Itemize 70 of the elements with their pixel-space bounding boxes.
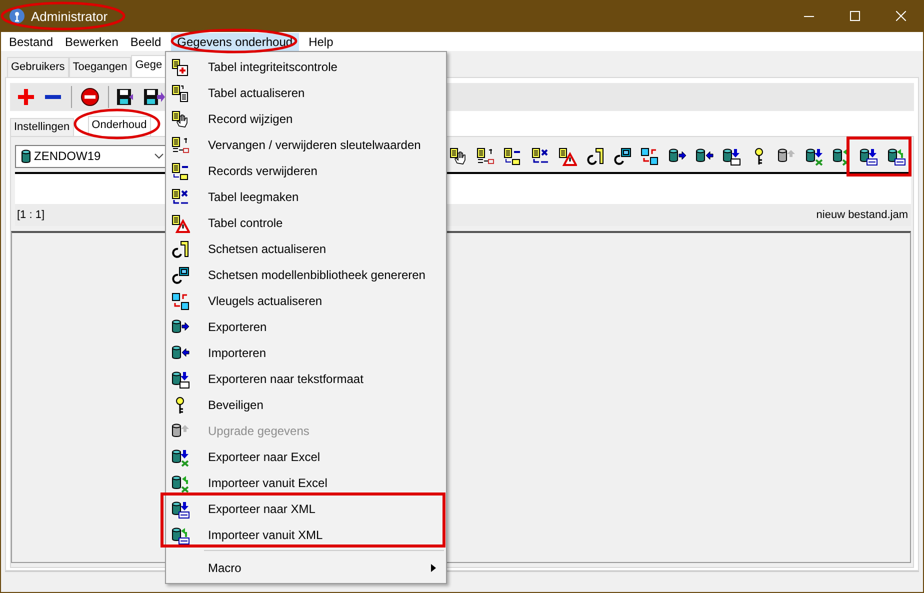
clear-table-icon bbox=[171, 188, 190, 206]
sketch-library-icon bbox=[171, 266, 190, 284]
menu-item[interactable]: Beeld bbox=[124, 32, 168, 50]
menu-item[interactable]: Schetsen actualiseren bbox=[166, 236, 446, 262]
tab[interactable]: Gege bbox=[131, 55, 166, 77]
database-xml-import-icon bbox=[886, 146, 906, 166]
plus-icon bbox=[16, 87, 36, 107]
menu-item[interactable]: Vervangen / verwijderen sleutelwaarden bbox=[166, 132, 446, 158]
clear-table-icon bbox=[530, 146, 550, 166]
first-aid-document-icon bbox=[171, 58, 190, 76]
chevron-down-icon bbox=[154, 153, 164, 159]
maximize-icon bbox=[850, 11, 860, 21]
stop-icon bbox=[80, 87, 100, 107]
app-icon bbox=[9, 8, 25, 24]
hand-document-icon bbox=[448, 146, 468, 166]
menu-item[interactable]: Tabel actualiseren bbox=[166, 80, 446, 106]
replace-keys-icon bbox=[476, 146, 495, 166]
menu-item[interactable]: Beveiligen bbox=[166, 392, 446, 418]
menu-item[interactable]: Tabel integriteitscontrole bbox=[166, 54, 446, 80]
tab[interactable]: Onderhoud bbox=[88, 116, 151, 136]
hand-document-icon bbox=[171, 110, 190, 128]
database-text-export-icon bbox=[171, 370, 190, 388]
remove-records-icon bbox=[503, 146, 522, 166]
wings-refresh-icon bbox=[171, 292, 190, 310]
window-title: Administrator bbox=[31, 8, 108, 24]
menu-item[interactable]: Tabel leegmaken bbox=[166, 184, 446, 210]
database-xml-export-icon bbox=[859, 146, 878, 166]
database-text-export-icon bbox=[722, 146, 742, 166]
tab[interactable]: Gebruikers bbox=[7, 57, 69, 77]
database-xml-import-icon bbox=[171, 526, 190, 544]
wings-refresh-icon bbox=[640, 146, 660, 166]
file-name: nieuw bestand.jam bbox=[816, 209, 908, 221]
menu-item[interactable]: Exporteer naar Excel bbox=[166, 444, 446, 470]
warning-document-icon bbox=[171, 214, 190, 232]
database-excel-export-icon bbox=[171, 448, 190, 466]
menu-item[interactable]: Schetsen modellenbibliotheek genereren bbox=[166, 262, 446, 288]
sketch-library-icon bbox=[612, 146, 632, 166]
menu-item[interactable]: Bestand bbox=[3, 32, 60, 50]
database-excel-import-icon bbox=[171, 474, 190, 492]
menu-item[interactable]: Importeer vanuit Excel bbox=[166, 470, 446, 496]
menu-item[interactable]: Exporteren naar tekstformaat bbox=[166, 366, 446, 392]
sketch-refresh-icon bbox=[171, 240, 190, 258]
warning-document-icon bbox=[558, 146, 578, 166]
sketch-refresh-icon bbox=[586, 146, 604, 166]
close-icon bbox=[896, 11, 906, 21]
database-icon bbox=[20, 148, 32, 164]
menu-item[interactable]: Bewerken bbox=[59, 32, 124, 50]
database-excel-export-icon bbox=[804, 146, 824, 166]
replace-keys-icon bbox=[171, 136, 190, 154]
tab[interactable]: Toegangen bbox=[68, 57, 132, 77]
remove-records-icon bbox=[171, 162, 190, 180]
minus-icon bbox=[45, 95, 61, 99]
document-refresh-icon bbox=[171, 84, 190, 102]
menu-item[interactable]: Importeren bbox=[166, 340, 446, 366]
record-position: [1 : 1] bbox=[17, 209, 45, 221]
highlight-rectangle bbox=[846, 136, 912, 176]
tab[interactable]: Instellingen bbox=[10, 118, 74, 136]
floppy-arrow-icon bbox=[143, 87, 165, 107]
menu-item[interactable]: Vleugels actualiseren bbox=[166, 288, 446, 314]
menu-item[interactable]: Record wijzigen bbox=[166, 106, 446, 132]
database-xml-export-icon bbox=[171, 500, 190, 518]
submenu-arrow-icon bbox=[431, 564, 436, 572]
stop-button[interactable] bbox=[78, 85, 102, 109]
menu-item[interactable]: Tabel controle bbox=[166, 210, 446, 236]
menu-item[interactable]: Records verwijderen bbox=[166, 158, 446, 184]
menu-item[interactable]: Macro bbox=[166, 555, 446, 581]
menu-item[interactable]: Importeer vanuit XML bbox=[166, 522, 446, 548]
menu-item[interactable]: Exporteer naar XML bbox=[166, 496, 446, 522]
menu-item[interactable]: Help bbox=[302, 32, 340, 50]
menu-item[interactable]: Exporteren bbox=[166, 314, 446, 340]
